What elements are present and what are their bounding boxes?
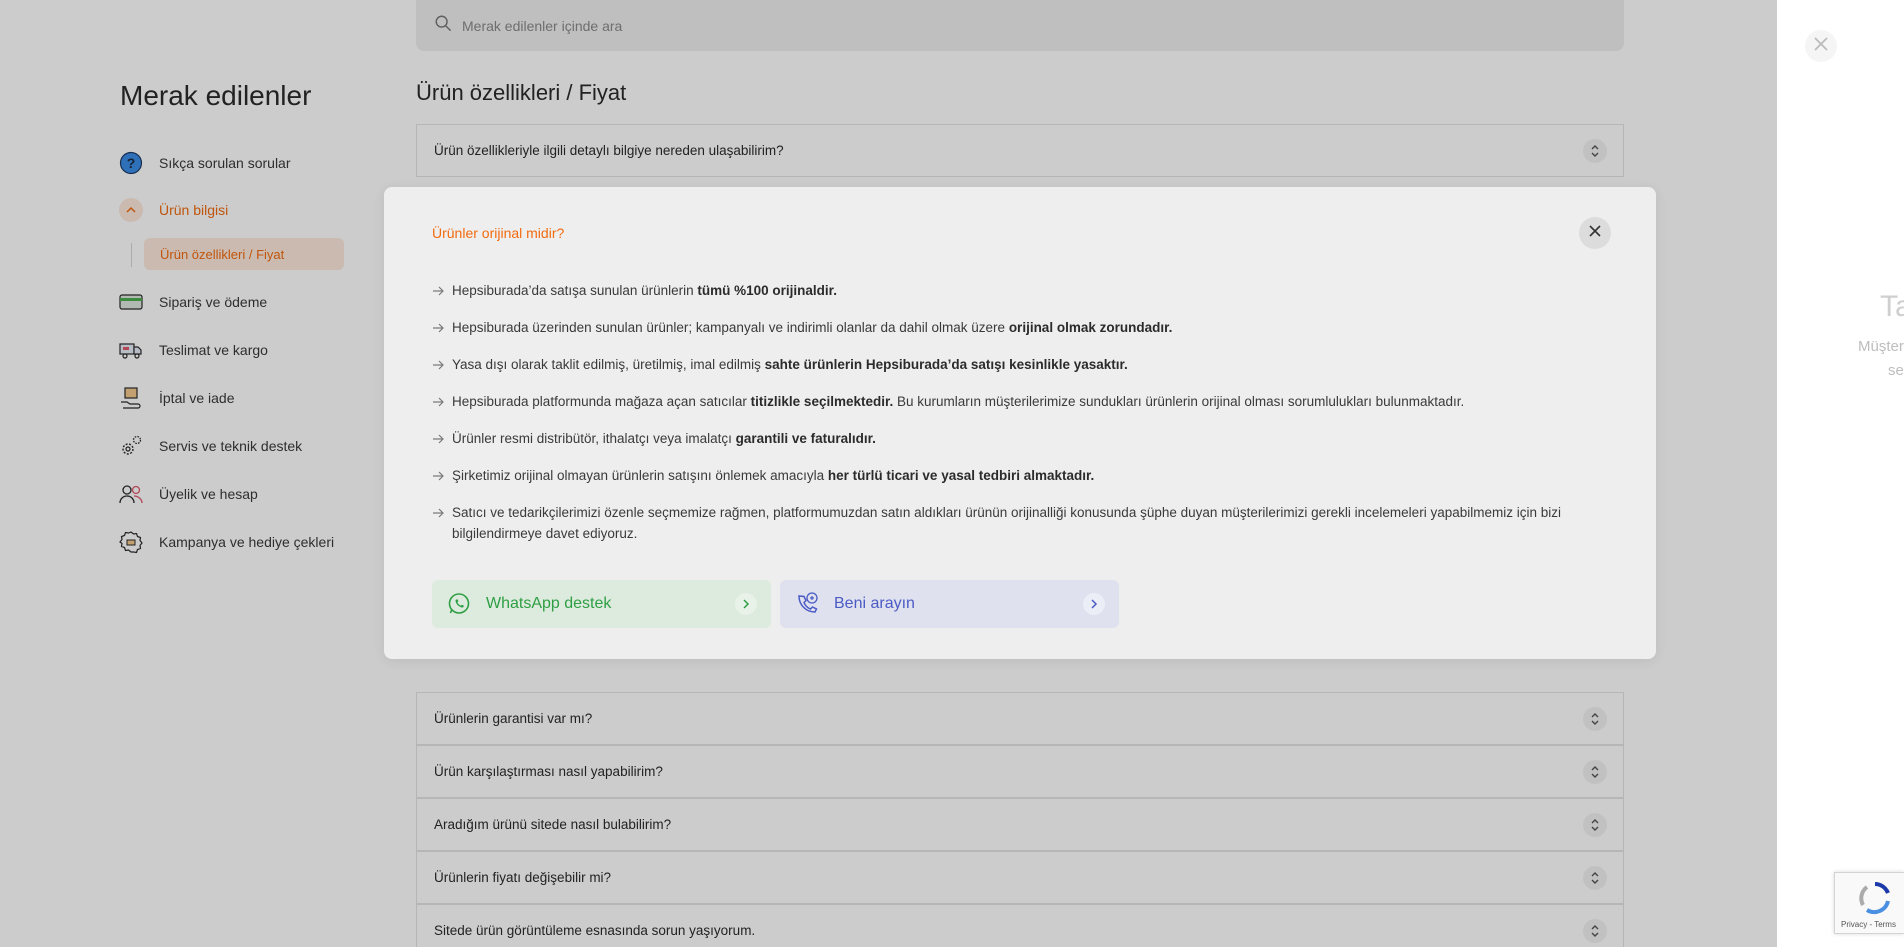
drawer-title: Ta (1880, 290, 1904, 323)
answer-item: Ürünler resmi distribütör, ithalatçı vey… (432, 428, 1582, 451)
expanded-faq-card: Ürünler orijinal midir? Hepsiburada’da s… (384, 187, 1656, 659)
call-me-button[interactable]: Beni arayın (780, 580, 1119, 628)
drawer-close-button[interactable] (1805, 30, 1837, 62)
drawer-text: se (1888, 362, 1904, 379)
phone-call-icon (794, 591, 820, 617)
answer-item: Hepsiburada üzerinden sunulan ürünler; k… (432, 317, 1582, 340)
recaptcha-badge[interactable]: Privacy - Terms (1834, 872, 1904, 934)
call-me-label: Beni arayın (834, 595, 915, 612)
arrow-right-icon (432, 317, 452, 340)
arrow-right-icon (432, 280, 452, 303)
arrow-right-icon (432, 391, 452, 414)
arrow-right-icon (432, 502, 452, 544)
collapse-button[interactable] (1579, 217, 1611, 249)
recaptcha-logo-icon (1857, 881, 1893, 920)
whatsapp-support-button[interactable]: WhatsApp destek (432, 580, 771, 628)
expanded-question: Ürünler orijinal midir? (432, 225, 565, 241)
close-icon (1814, 36, 1828, 56)
arrow-right-icon (432, 354, 452, 377)
chevron-right-icon (1083, 593, 1105, 615)
answer-item: Hepsiburada’da satışa sunulan ürünlerin … (432, 280, 1582, 303)
side-drawer (1777, 0, 1904, 947)
arrow-right-icon (432, 465, 452, 488)
answer-item: Yasa dışı olarak taklit edilmiş, üretilm… (432, 354, 1582, 377)
whatsapp-icon (446, 591, 472, 617)
answer-item: Şirketimiz orijinal olmayan ürünlerin sa… (432, 465, 1582, 488)
recaptcha-links[interactable]: Privacy - Terms (1841, 920, 1896, 929)
drawer-text: Müşter (1858, 338, 1904, 355)
answer-item: Hepsiburada platformunda mağaza açan sat… (432, 391, 1582, 414)
whatsapp-support-label: WhatsApp destek (486, 595, 612, 612)
answer-item: Satıcı ve tedarikçilerimizi özenle seçme… (432, 502, 1582, 544)
chevron-right-icon (735, 593, 757, 615)
close-icon (1589, 224, 1601, 242)
arrow-right-icon (432, 428, 452, 451)
